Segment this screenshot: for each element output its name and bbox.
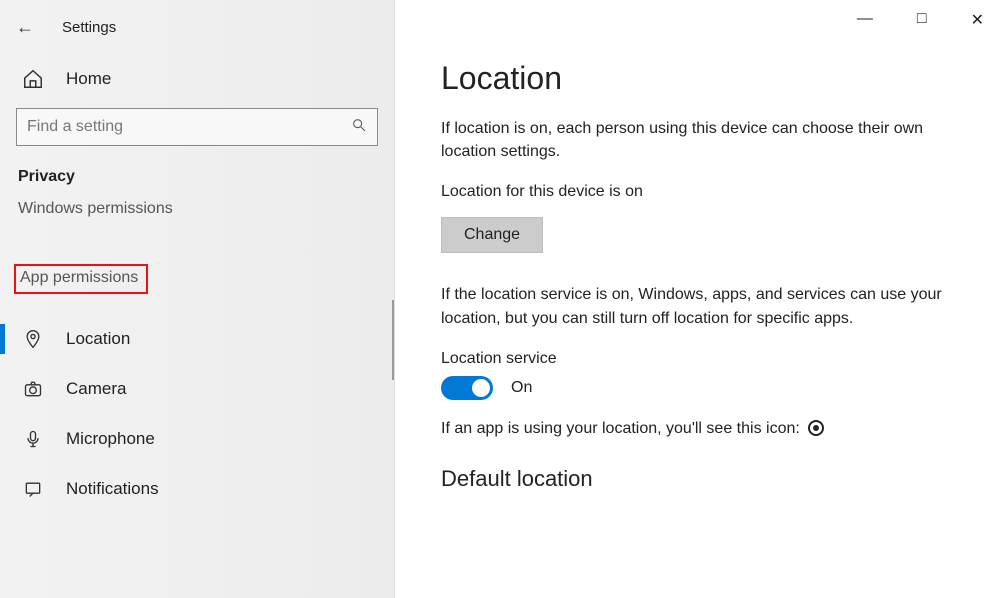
sidebar: ← Settings Home Privacy Windows permissi… xyxy=(0,0,395,598)
main-pane: — □ ✕ Location If location is on, each p… xyxy=(395,0,1000,598)
page-title: Location xyxy=(441,60,970,97)
camera-icon xyxy=(22,378,44,400)
location-icon xyxy=(22,328,44,350)
location-indicator-icon xyxy=(808,420,824,436)
search-input[interactable] xyxy=(27,118,351,136)
app-permissions-header: App permissions xyxy=(14,264,148,294)
maximize-button[interactable]: □ xyxy=(909,4,935,36)
location-service-label: Location service xyxy=(441,350,970,368)
sidebar-item-camera[interactable]: Camera xyxy=(0,364,394,414)
microphone-icon xyxy=(22,428,44,450)
notifications-icon xyxy=(22,478,44,500)
location-service-toggle[interactable] xyxy=(441,376,493,400)
sidebar-home[interactable]: Home xyxy=(0,44,394,108)
sidebar-item-microphone[interactable]: Microphone xyxy=(0,414,394,464)
search-icon xyxy=(351,117,367,137)
home-icon xyxy=(22,68,44,90)
sidebar-item-label: Location xyxy=(66,329,130,349)
titlebar: ← Settings xyxy=(0,10,394,44)
service-desc-text: If the location service is on, Windows, … xyxy=(441,283,951,329)
app-title: Settings xyxy=(62,19,116,36)
home-label: Home xyxy=(66,69,111,89)
change-button[interactable]: Change xyxy=(441,217,543,253)
default-location-header: Default location xyxy=(441,466,970,492)
minimize-button[interactable]: — xyxy=(849,4,881,36)
sidebar-item-label: Microphone xyxy=(66,429,155,449)
window-controls: — □ ✕ xyxy=(849,4,992,36)
sidebar-item-label: Notifications xyxy=(66,479,159,499)
toggle-state-label: On xyxy=(511,379,532,397)
close-button[interactable]: ✕ xyxy=(963,4,992,36)
intro-text: If location is on, each person using thi… xyxy=(441,117,951,163)
windows-permissions-link[interactable]: Windows permissions xyxy=(0,192,394,224)
icon-note: If an app is using your location, you'll… xyxy=(441,420,970,438)
icon-note-text: If an app is using your location, you'll… xyxy=(441,420,800,437)
toggle-knob xyxy=(472,379,490,397)
sidebar-item-notifications[interactable]: Notifications xyxy=(0,464,394,514)
device-status-text: Location for this device is on xyxy=(441,183,970,201)
sidebar-item-label: Camera xyxy=(66,379,126,399)
back-arrow-icon[interactable]: ← xyxy=(16,17,34,38)
nav-list: Location Camera Microphone Notifications xyxy=(0,302,394,514)
search-box[interactable] xyxy=(16,108,378,146)
sidebar-item-location[interactable]: Location xyxy=(0,314,394,364)
scrollbar[interactable] xyxy=(392,300,394,380)
privacy-header: Privacy xyxy=(0,150,394,192)
